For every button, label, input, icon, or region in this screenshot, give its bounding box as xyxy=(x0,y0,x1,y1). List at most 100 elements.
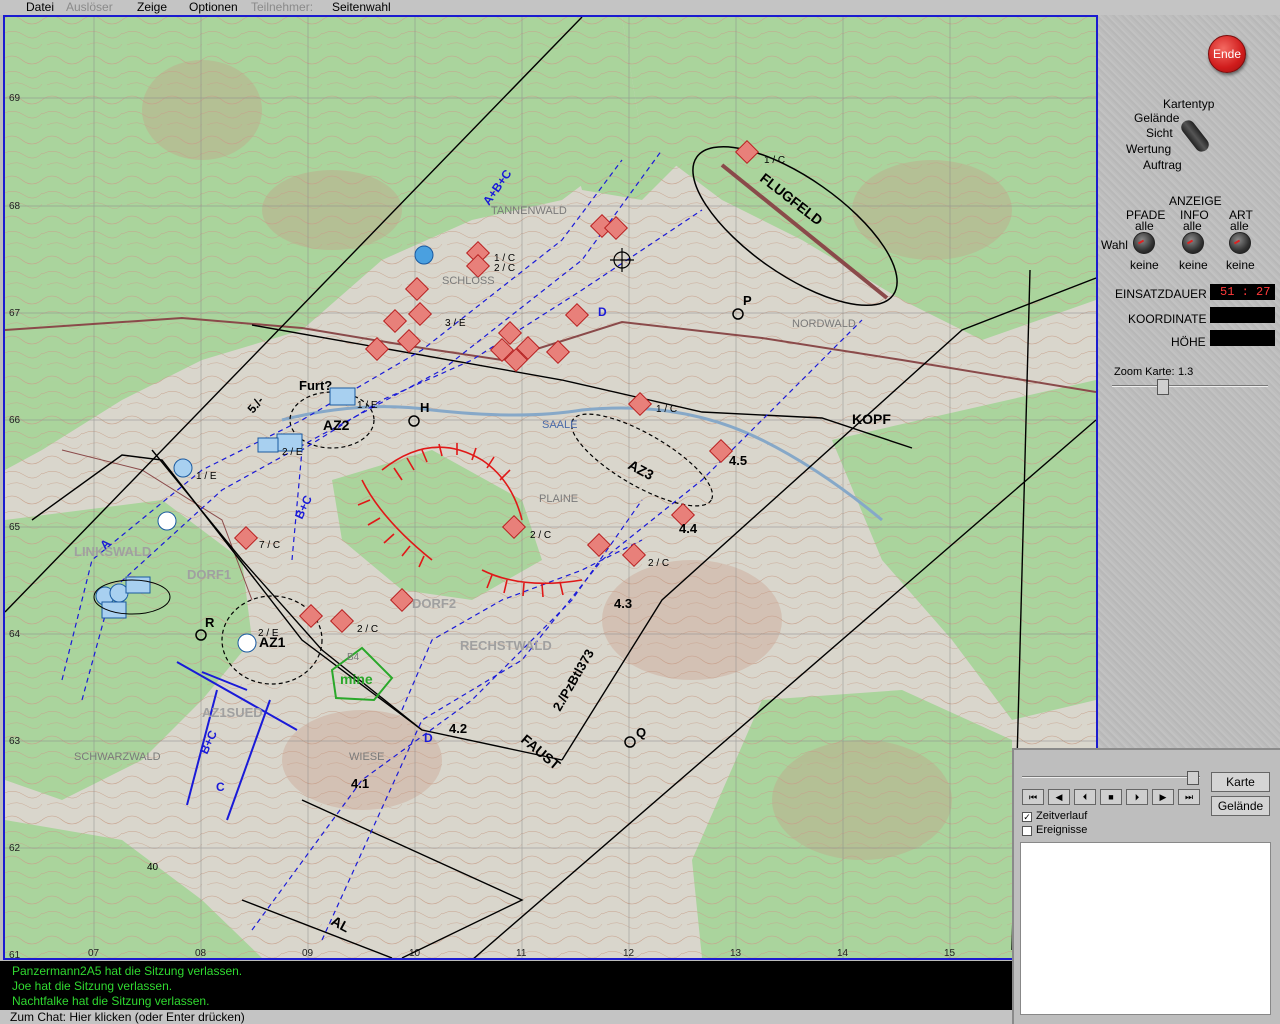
zoom-label: Zoom Karte: xyxy=(1114,366,1175,378)
grid-label-left: 65 xyxy=(9,522,21,533)
menu-optionen[interactable]: Optionen xyxy=(189,0,238,15)
friendly-unit[interactable] xyxy=(157,511,177,531)
map-type-option[interactable]: Wertung xyxy=(1126,142,1171,156)
friendly-unit[interactable] xyxy=(101,601,127,619)
zone-label: KOPF xyxy=(852,411,891,427)
skip-end-button[interactable]: ⏭ xyxy=(1178,789,1200,805)
menu-seitenwahl[interactable]: Seitenwahl xyxy=(332,0,391,15)
place-name: PLAINE xyxy=(539,493,578,505)
display-col-value-pfade: alle xyxy=(1135,219,1154,233)
grid-label-bottom: 07 xyxy=(88,948,100,958)
friendly-unit[interactable] xyxy=(257,437,279,453)
menu-datei[interactable]: Datei xyxy=(26,0,54,15)
friendly-unit[interactable] xyxy=(109,583,129,603)
friendly-unit[interactable] xyxy=(173,458,193,478)
unit-label: 3 / E xyxy=(445,318,466,329)
unit-label: 2 / C xyxy=(530,530,551,541)
art-setting: keine xyxy=(1226,258,1255,272)
place-name: AZ1SUED xyxy=(202,705,263,720)
grid-label-left: 63 xyxy=(9,736,21,747)
grid-label-left: 66 xyxy=(9,415,21,426)
unit-label: 2 / C xyxy=(357,624,378,635)
timeline-slider-thumb[interactable] xyxy=(1187,771,1199,785)
friendly-unit[interactable] xyxy=(125,576,151,594)
art-knob[interactable] xyxy=(1229,232,1251,254)
step-forward-button[interactable]: ▶ xyxy=(1152,789,1174,805)
place-name: SCHLOSS xyxy=(442,275,495,287)
grid-label-left: 62 xyxy=(9,843,21,854)
zone-label: R xyxy=(205,615,215,630)
gelaende-button[interactable]: Gelände xyxy=(1211,796,1270,816)
karte-button[interactable]: Karte xyxy=(1211,772,1270,792)
unit-label: 1 / E xyxy=(196,471,217,482)
unit-label: 1 / C xyxy=(656,404,677,415)
info-knob[interactable] xyxy=(1182,232,1204,254)
zone-label: Q xyxy=(636,725,646,740)
ereignisse-checkbox[interactable] xyxy=(1022,826,1032,836)
grid-label-bottom: 09 xyxy=(302,948,314,958)
koordinate-label: KOORDINATE xyxy=(1128,312,1207,326)
zeitverlauf-checkbox[interactable]: ✓ xyxy=(1022,812,1032,822)
zone-label: B4 xyxy=(347,652,360,663)
pfade-knob[interactable] xyxy=(1133,232,1155,254)
place-name: RECHSTWALD xyxy=(460,638,552,653)
unit-label: 1 / E xyxy=(357,400,378,411)
end-button[interactable]: Ende xyxy=(1208,35,1246,73)
event-list[interactable] xyxy=(1020,842,1271,1015)
chat-log: Panzermann2A5 hat die Sitzung verlassen.… xyxy=(0,961,1012,1010)
grid-label-left: 64 xyxy=(9,629,21,640)
zone-label: AZ2 xyxy=(323,417,350,433)
unit-label: 2 / E xyxy=(258,628,279,639)
menu-bar: Datei Auslöser Zeige Optionen Teilnehmer… xyxy=(0,0,1280,15)
label-mine: mine xyxy=(340,671,373,687)
play-button[interactable]: ⏵ xyxy=(1126,789,1148,805)
stop-button[interactable]: ■ xyxy=(1100,789,1122,805)
zone-label: C xyxy=(216,780,225,794)
zone-label: 4.4 xyxy=(679,521,698,536)
grid-label-bottom: 11 xyxy=(516,948,527,958)
unit-label: 2 / C xyxy=(648,558,669,569)
grid-label-bottom: 14 xyxy=(837,948,849,958)
friendly-unit[interactable] xyxy=(414,245,434,265)
friendly-unit[interactable] xyxy=(329,387,356,406)
grid-label-left: 69 xyxy=(9,93,21,104)
grid-label-left: 67 xyxy=(9,308,21,319)
place-name: SAALE xyxy=(542,419,577,431)
unit-label: 2 / E xyxy=(282,447,303,458)
place-name: TANNENWALD xyxy=(491,205,567,217)
zone-label: D xyxy=(598,305,607,319)
map-type-option[interactable]: Auftrag xyxy=(1143,158,1182,172)
pfade-setting: keine xyxy=(1130,258,1159,272)
info-setting: keine xyxy=(1179,258,1208,272)
zone-label: P xyxy=(743,293,752,308)
timeline-slider-track[interactable] xyxy=(1022,776,1200,778)
tactical-map[interactable]: 69 68 67 66 65 64 63 62 61 07 08 09 10 1… xyxy=(3,15,1098,960)
place-name: DORF1 xyxy=(187,567,231,582)
grid-label-bottom: 12 xyxy=(623,948,635,958)
zone-label: 4.1 xyxy=(351,776,369,791)
display-col-value-art: alle xyxy=(1230,219,1249,233)
koordinate-value xyxy=(1210,307,1275,323)
unit-label: 7 / C xyxy=(259,540,280,551)
map-type-option[interactable]: Sicht xyxy=(1146,126,1173,140)
zoom-value: 1.3 xyxy=(1178,366,1194,378)
chat-line: Joe hat die Sitzung verlassen. xyxy=(12,979,173,993)
step-back-button[interactable]: ◀ xyxy=(1048,789,1070,805)
rewind-button[interactable]: ⏴ xyxy=(1074,789,1096,805)
grid-label-bottom: 08 xyxy=(195,948,207,958)
map-type-option[interactable]: Gelände xyxy=(1134,111,1179,125)
display-title: ANZEIGE xyxy=(1169,194,1222,208)
menu-teilnehmer: Teilnehmer: xyxy=(251,0,314,14)
chat-input[interactable]: Zum Chat: Hier klicken (oder Enter drück… xyxy=(0,1010,1012,1024)
unit-label: 2 / C xyxy=(494,263,515,274)
friendly-unit[interactable] xyxy=(237,633,257,653)
zone-label: 4.2 xyxy=(449,721,467,736)
zoom-slider-track[interactable] xyxy=(1112,385,1268,387)
zone-label: 4.3 xyxy=(614,596,632,611)
wahl-label: Wahl xyxy=(1101,238,1128,252)
menu-zeige[interactable]: Zeige xyxy=(137,0,167,15)
map-canvas[interactable]: 69 68 67 66 65 64 63 62 61 07 08 09 10 1… xyxy=(5,17,1096,958)
unit-label: 1 / C xyxy=(764,155,785,166)
zoom-slider-thumb[interactable] xyxy=(1157,379,1169,395)
skip-start-button[interactable]: ⏮ xyxy=(1022,789,1044,805)
